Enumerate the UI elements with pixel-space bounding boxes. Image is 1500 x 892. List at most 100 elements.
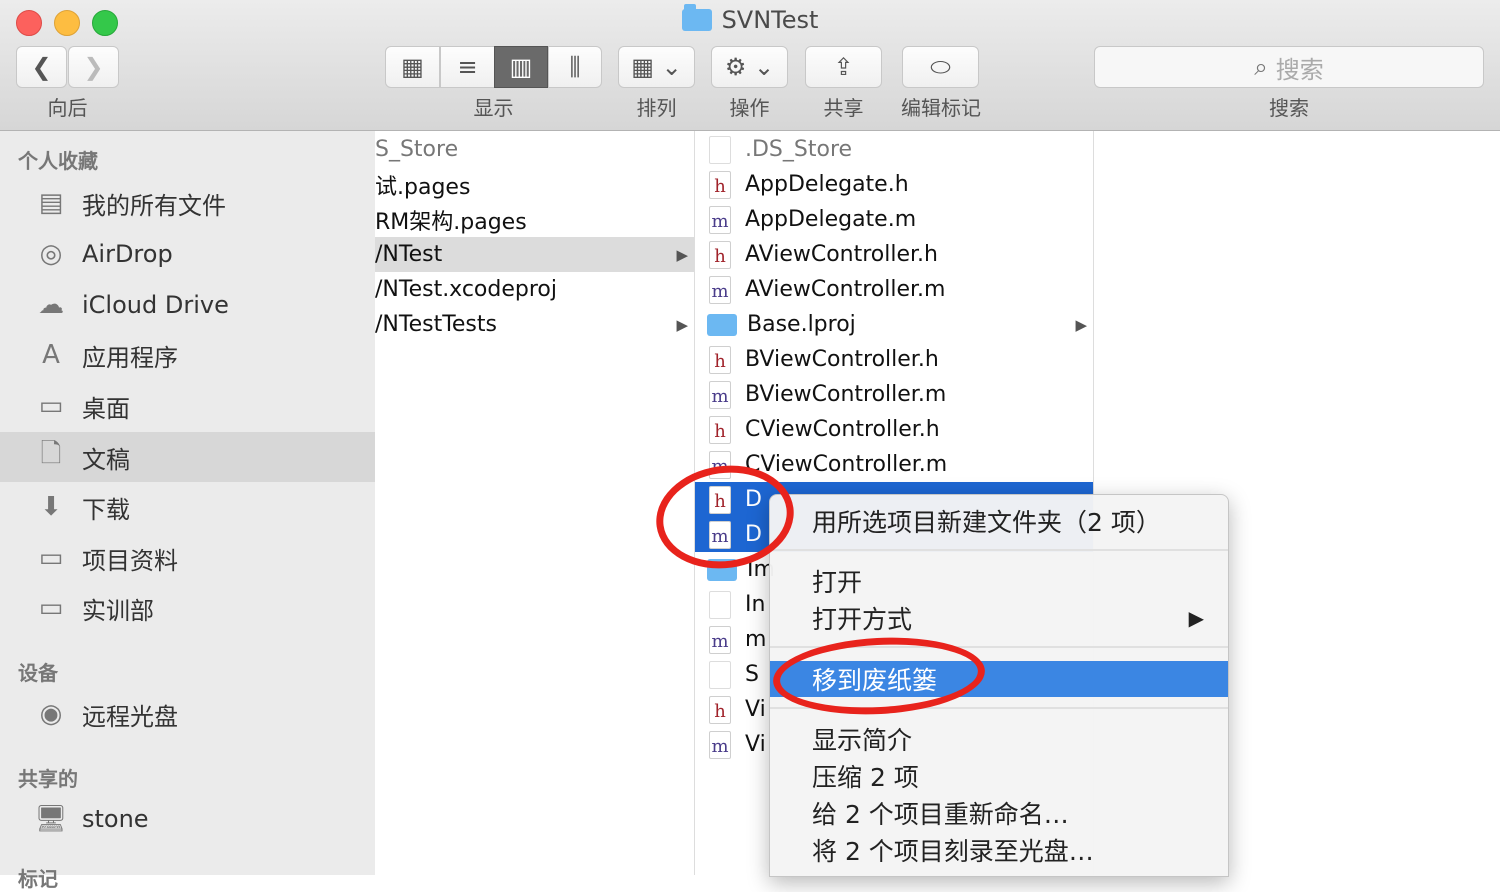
arrange-label: 排列 [636,96,677,120]
sidebar-item-applications[interactable]: A 应用程序 [0,330,375,380]
file-name: S_Store [375,137,459,162]
menu-item-label: 将 2 个项目刻录至光盘… [812,837,1094,866]
menu-item-compress[interactable]: 压缩 2 项 [770,758,1228,794]
header-file-icon: h [709,345,731,374]
list-item[interactable]: m BViewController.m [695,377,1093,412]
disclosure-arrow-icon: ▶ [676,315,688,334]
sidebar-item-label: 文稿 [82,445,130,474]
menu-item-burn-to-disc[interactable]: 将 2 个项目刻录至光盘… [770,832,1228,868]
back-button[interactable]: ❮ [16,46,67,88]
list-item[interactable]: m AViewController.m [695,272,1093,307]
sidebar-item-downloads[interactable]: ⬇ 下载 [0,482,375,532]
file-name: .DS_Store [745,137,853,162]
menu-item-label: 用所选项目新建文件夹（2 项） [812,508,1161,537]
file-name: /NTest [375,242,443,267]
list-item[interactable]: 试.pages [375,167,694,202]
folder-icon [707,313,737,336]
header-file-icon: h [709,240,731,269]
menu-item-label: 打开方式 [812,605,913,634]
sidebar-item-label: 项目资料 [82,546,178,575]
list-item[interactable]: Base.lproj ▶ [695,307,1093,342]
desktop-icon: ▭ [38,391,64,421]
list-item[interactable]: .DS_Store [695,132,1093,167]
file-name: 试.pages [375,174,471,200]
menu-item-open[interactable]: 打开 [770,563,1228,599]
file-name: CViewController.h [745,417,940,442]
disclosure-arrow-icon: ▶ [676,245,688,264]
sidebar-item-airdrop[interactable]: ◎ AirDrop [0,229,375,279]
file-name: AViewController.h [745,242,938,267]
airdrop-icon: ◎ [39,239,63,269]
list-item[interactable]: m AppDelegate.m [695,202,1093,237]
search-placeholder: 搜索 [1275,55,1324,84]
header-file-icon: h [709,170,731,199]
storyboard-file-icon [709,660,731,689]
source-file-icon: m [709,380,731,409]
list-item[interactable]: RM架构.pages [375,202,694,237]
sidebar-item-label: 应用程序 [82,343,178,372]
columns-icon: ▥ [509,53,533,81]
view-list-button[interactable]: ≡ [440,46,495,88]
list-item[interactable]: h BViewController.h [695,342,1093,377]
list-item[interactable]: h CViewController.h [695,412,1093,447]
list-item[interactable]: S_Store [375,132,694,167]
menu-item-get-info[interactable]: 显示简介 [770,721,1228,757]
search-field[interactable]: ⌕ 搜索 [1094,46,1484,88]
submenu-arrow-icon: ▶ [1188,606,1204,630]
header-file-icon: h [709,415,731,444]
list-item[interactable]: h AViewController.h [695,237,1093,272]
favorites-header: 个人收藏 [18,149,98,173]
share-button[interactable]: ⇪ [805,46,882,88]
sidebar-item-icloud-drive[interactable]: ☁ iCloud Drive [0,280,375,330]
sidebar-item-training-dept[interactable]: ▭ 实训部 [0,583,375,633]
chevron-left-icon: ❮ [31,53,52,81]
menu-separator [770,549,1228,551]
arrange-button[interactable]: ▦ ⌄ [618,46,695,88]
menu-item-label: 显示简介 [812,726,913,755]
share-label: 共享 [823,96,864,120]
folder-icon: ▭ [38,593,64,623]
browser-column-1: S_Store 试.pages RM架构.pages /NTest ▶ /NTes… [375,131,695,875]
file-name: BViewController.m [745,382,947,407]
sidebar-item-label: AirDrop [82,240,173,268]
sidebar: 个人收藏 ▤ 我的所有文件 ◎ AirDrop ☁ iCloud Drive A 应用程… [0,131,376,891]
grid-icon: ▦ [401,53,424,81]
edit-tags-label: 编辑标记 [901,96,981,120]
folder-icon: ▭ [38,543,64,573]
source-file-icon: m [709,730,731,759]
file-name: /NTest.xcodeproj [375,277,557,302]
action-button[interactable]: ⚙ ⌄ [711,46,788,88]
menu-item-rename[interactable]: 给 2 个项目重新命名… [770,795,1228,831]
source-file-icon: m [709,275,731,304]
devices-header: 设备 [18,661,58,685]
list-item[interactable]: /NTest ▶ [375,237,694,272]
sidebar-item-all-my-files[interactable]: ▤ 我的所有文件 [0,178,375,228]
file-name: Base.lproj [747,312,856,337]
list-item[interactable]: /NTest.xcodeproj [375,272,694,307]
file-name: m [745,627,767,652]
sidebar-item-desktop[interactable]: ▭ 桌面 [0,381,375,431]
list-item[interactable]: h AppDelegate.h [695,167,1093,202]
menu-item-open-with[interactable]: 打开方式 ▶ [770,600,1228,636]
view-icon-button[interactable]: ▦ [385,46,440,88]
source-file-icon: m [709,625,731,654]
sidebar-item-documents[interactable]: 🗋 文稿 [0,432,375,482]
list-icon: ≡ [457,53,478,81]
edit-tags-button[interactable]: ⬭ [902,46,979,88]
sidebar-item-stone[interactable]: 🖥 stone [0,794,375,844]
back-label: 向后 [47,96,88,120]
applications-icon: A [42,340,60,370]
view-column-button[interactable]: ▥ [494,46,548,88]
view-coverflow-button[interactable]: ⫼ [548,46,602,88]
sidebar-item-label: 我的所有文件 [82,191,226,220]
sidebar-item-project-files[interactable]: ▭ 项目资料 [0,533,375,583]
list-item[interactable]: /NTestTests ▶ [375,307,694,342]
cloud-icon: ☁ [38,290,64,320]
menu-item-new-folder-with-selection[interactable]: 用所选项目新建文件夹（2 项） [770,503,1228,539]
file-name: In [745,592,766,617]
forward-button[interactable]: ❯ [68,46,119,88]
file-name: RM架构.pages [375,209,527,235]
header-file-icon: h [709,695,731,724]
sidebar-item-remote-disc[interactable]: ◉ 远程光盘 [0,689,375,739]
plist-file-icon [709,590,731,619]
